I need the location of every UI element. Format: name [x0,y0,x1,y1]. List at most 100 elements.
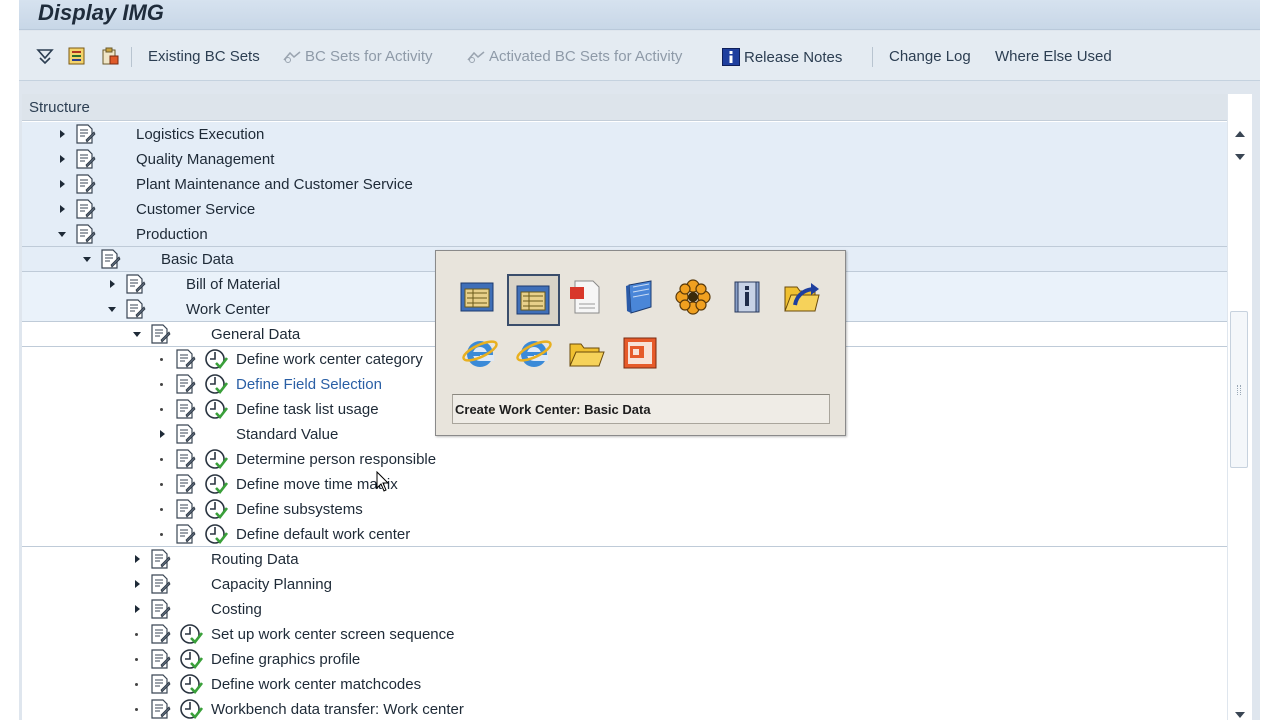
documentation-icon[interactable] [174,399,196,419]
tree-row[interactable]: Define move time matrix [22,472,1227,497]
documentation-icon[interactable] [174,499,196,519]
execute-activity-icon[interactable] [204,498,229,520]
tree-node-label[interactable]: Define work center matchcodes [211,676,421,693]
execute-activity-icon[interactable] [204,348,229,370]
tree-node-label[interactable]: Plant Maintenance and Customer Service [136,176,413,193]
documentation-icon[interactable] [149,549,171,569]
tree-node-label[interactable]: Set up work center screen sequence [211,626,454,643]
tree-node-label[interactable]: Standard Value [236,426,338,443]
documentation-icon[interactable] [174,449,196,469]
documentation-icon[interactable] [149,324,171,344]
documentation-icon[interactable] [149,574,171,594]
folder-arrow-icon[interactable] [778,274,824,320]
expand-arrow-icon[interactable] [110,280,115,288]
expand-arrow-icon[interactable] [135,555,140,563]
folder-icon[interactable] [563,330,609,376]
documentation-icon[interactable] [124,299,146,319]
expand-arrow-icon[interactable] [60,180,65,188]
documentation-icon[interactable] [149,599,171,619]
tree-row[interactable]: Quality Management [22,147,1227,172]
documentation-icon[interactable] [149,649,171,669]
tree-row[interactable]: Define graphics profile [22,647,1227,672]
internet-explorer-icon-2[interactable] [511,330,557,376]
execute-activity-icon[interactable] [204,523,229,545]
tree-node-label[interactable]: Define move time matrix [236,476,398,493]
pdf-document-icon[interactable] [563,274,609,320]
tree-row[interactable]: Plant Maintenance and Customer Service [22,172,1227,197]
tree-row[interactable]: Costing [22,597,1227,622]
scroll-down-arrow-icon[interactable] [1235,154,1245,160]
tree-node-label[interactable]: Workbench data transfer: Work center [211,701,464,718]
documentation-icon[interactable] [149,674,171,694]
documentation-icon[interactable] [74,149,96,169]
documentation-icon[interactable] [149,624,171,644]
documentation-icon[interactable] [174,349,196,369]
change-log-button[interactable]: Change Log [889,48,971,65]
existing-bc-sets-button[interactable]: Existing BC Sets [148,48,260,65]
tree-row[interactable]: Routing Data [22,547,1227,572]
tree-row[interactable]: Set up work center screen sequence [22,622,1227,647]
flower-icon[interactable] [670,274,716,320]
tree-row[interactable]: Capacity Planning [22,572,1227,597]
execute-activity-icon[interactable] [204,473,229,495]
tree-node-label[interactable]: Define subsystems [236,501,363,518]
tree-row[interactable]: Define subsystems [22,497,1227,522]
activated-bc-sets-button[interactable]: Activated BC Sets for Activity [466,48,682,65]
documentation-icon[interactable] [74,174,96,194]
expand-subtree-icon[interactable] [35,46,55,66]
tree-node-label[interactable]: Quality Management [136,151,274,168]
tree-row[interactable]: Logistics Execution [22,122,1227,147]
collapse-arrow-icon[interactable] [133,332,141,337]
tree-node-label[interactable]: Define work center category [236,351,423,368]
tree-node-label[interactable]: Logistics Execution [136,126,264,143]
tree-row[interactable]: Production [22,222,1227,247]
execute-activity-icon[interactable] [179,673,204,695]
internet-explorer-icon[interactable] [457,330,503,376]
tree-node-label[interactable]: Routing Data [211,551,299,568]
vertical-scrollbar[interactable] [1228,94,1252,720]
where-else-used-button[interactable]: Where Else Used [995,48,1112,65]
tree-row[interactable]: Define work center matchcodes [22,672,1227,697]
expand-arrow-icon[interactable] [60,205,65,213]
execute-activity-icon[interactable] [179,623,204,645]
scrollbar-thumb[interactable] [1230,311,1248,468]
documentation-icon[interactable] [124,274,146,294]
scroll-up-arrow-icon[interactable] [1235,131,1245,137]
tree-node-label[interactable]: Bill of Material [186,276,280,293]
documentation-icon[interactable] [174,424,196,444]
execute-activity-icon[interactable] [204,448,229,470]
tree-node-label[interactable]: Define graphics profile [211,651,360,668]
expand-arrow-icon[interactable] [135,605,140,613]
powerpoint-icon[interactable] [617,330,663,376]
collapse-arrow-icon[interactable] [58,232,66,237]
expand-arrow-icon[interactable] [60,130,65,138]
scroll-bottom-arrow-icon[interactable] [1235,712,1245,718]
documentation-icon[interactable] [74,124,96,144]
documentation-icon[interactable] [74,224,96,244]
collapse-arrow-icon[interactable] [83,257,91,262]
document-list-icon[interactable] [67,46,87,66]
tree-node-label[interactable]: General Data [211,326,300,343]
tree-row[interactable]: Customer Service [22,197,1227,222]
documentation-icon[interactable] [174,474,196,494]
documentation-icon[interactable] [74,199,96,219]
notepad-icon[interactable] [616,274,662,320]
info-book-icon[interactable] [724,274,770,320]
documentation-icon[interactable] [99,249,121,269]
documentation-icon[interactable] [149,699,171,719]
clipboard-icon[interactable] [100,46,120,66]
tree-row[interactable]: Define default work center [22,522,1227,547]
tree-node-label[interactable]: Basic Data [161,251,234,268]
tree-node-label[interactable]: Costing [211,601,262,618]
transaction-icon[interactable] [455,274,501,320]
tree-row[interactable]: Determine person responsible [22,447,1227,472]
tree-node-label[interactable]: Work Center [186,301,270,318]
tree-node-label[interactable]: Define task list usage [236,401,379,418]
collapse-arrow-icon[interactable] [108,307,116,312]
execute-activity-icon[interactable] [179,698,204,720]
execute-activity-icon[interactable] [179,648,204,670]
tree-row[interactable]: Workbench data transfer: Work center [22,697,1227,720]
tree-node-label[interactable]: Capacity Planning [211,576,332,593]
expand-arrow-icon[interactable] [135,580,140,588]
tree-node-label[interactable]: Determine person responsible [236,451,436,468]
